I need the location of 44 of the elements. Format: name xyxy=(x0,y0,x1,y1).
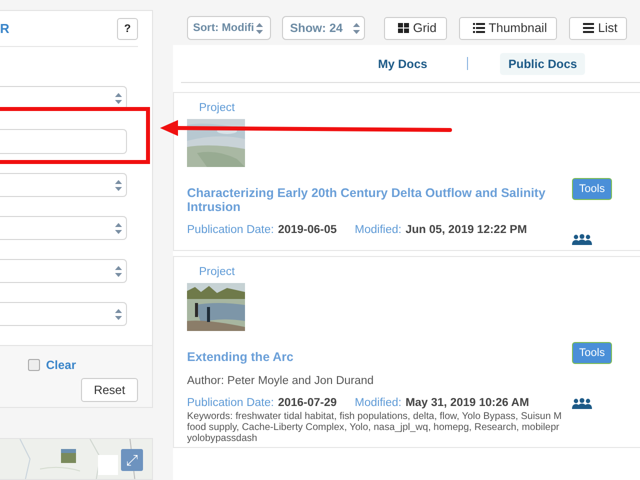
tools-button[interactable]: Tools xyxy=(572,178,612,200)
select-field[interactable] xyxy=(0,173,127,198)
publication-date: Publication Date: 2019-06-05 xyxy=(187,224,337,236)
select-field[interactable] xyxy=(0,259,127,284)
view-button[interactable]: Grid xyxy=(384,16,447,40)
type-label: Project xyxy=(199,266,236,278)
keywords-text: food supply, Cache-Liberty Complex, Yolo, nasa_jpl_wq, homepg, Research, mobilepr xyxy=(187,422,560,433)
view-button[interactable]: List xyxy=(569,16,628,40)
show-select[interactable]: Show: 24 xyxy=(282,16,365,40)
type-label: Project xyxy=(199,102,236,114)
tab[interactable]: Public Docs xyxy=(500,52,586,74)
checkbox[interactable] xyxy=(28,359,40,372)
help-button[interactable]: ? xyxy=(117,18,138,40)
select-field[interactable] xyxy=(0,216,127,240)
updown-icon xyxy=(115,222,122,234)
list-icon xyxy=(472,23,485,33)
updown-icon xyxy=(115,92,122,104)
keywords-text: Keywords: freshwater tidal habitat, fish populations, delta, flow, Yolo Bypass, Suisun M xyxy=(187,411,562,422)
expand-button[interactable]: ⤢ xyxy=(121,449,143,471)
tab[interactable]: My Docs xyxy=(370,52,436,74)
author-text: Author: Peter Moyle and Jon Durand xyxy=(187,375,375,387)
updown-icon xyxy=(115,180,122,191)
menu-icon xyxy=(583,23,594,33)
result-title[interactable]: Extending the Arc xyxy=(187,350,572,364)
result-title[interactable]: Characterizing Early 20th Century Delta Outflow and Salinity Intrusion xyxy=(187,186,572,214)
updown-icon xyxy=(353,22,360,34)
select-field[interactable] xyxy=(0,302,127,326)
panel-title: R xyxy=(0,21,10,36)
tools-button[interactable]: Tools xyxy=(572,342,612,364)
modified-date: Modified: Jun 05, 2019 12:22 PM xyxy=(354,224,527,236)
grid-icon xyxy=(398,23,409,33)
sort-select[interactable]: Sort: Modifi xyxy=(187,16,271,40)
group-icon xyxy=(572,234,592,245)
updown-icon xyxy=(256,22,264,34)
view-button[interactable]: Thumbnail xyxy=(458,16,557,40)
modified-date: Modified: May 31, 2019 10:26 AM xyxy=(354,397,530,409)
updown-icon xyxy=(115,308,122,320)
keywords-text: yolobypassdash xyxy=(187,433,258,444)
clear-link[interactable]: Clear xyxy=(46,358,76,372)
publication-date: Publication Date: 2016-07-29 xyxy=(187,397,337,409)
group-icon xyxy=(572,398,592,409)
input-field[interactable] xyxy=(0,129,127,154)
updown-icon xyxy=(115,266,122,277)
reset-button[interactable]: Reset xyxy=(81,378,138,402)
